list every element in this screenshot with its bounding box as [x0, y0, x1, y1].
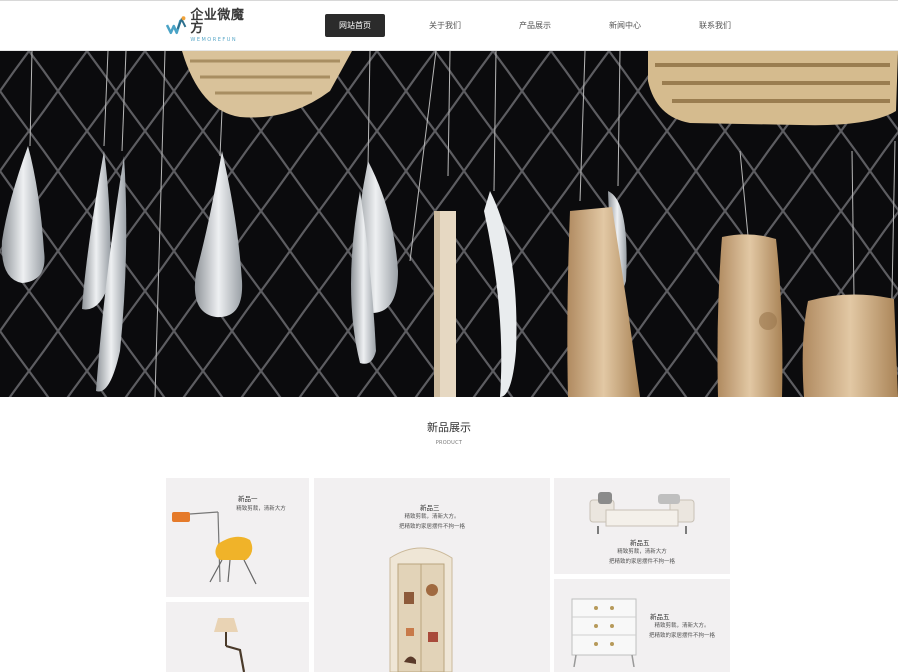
product-name: 新品三 [420, 504, 440, 512]
chair-lamp-image [172, 511, 257, 585]
product-card[interactable]: 新品五 精致剪裁，清新大方。 把精致的家居摆件不拘一格 [554, 579, 730, 672]
product-desc: 把精致的家居摆件不拘一格 [648, 633, 715, 639]
dresser-image [571, 598, 637, 667]
product-desc: 把精致的家居摆件不拘一格 [608, 559, 675, 565]
floor-lamp-image [214, 618, 246, 672]
product-name: 新品一 [238, 495, 258, 503]
product-desc: 把精致的家居摆件不拘一格 [398, 524, 465, 530]
nav-home[interactable]: 网站首页 [325, 14, 385, 37]
hero-banner [0, 51, 898, 397]
section-subtitle: PRODUCT [435, 440, 463, 446]
product-desc: 精致剪裁，清新大方。 [654, 623, 710, 629]
main-nav: 网站首页 关于我们 产品展示 新闻中心 联系我们 [0, 1, 898, 51]
product-card[interactable]: 新品三 精致剪裁，清新大方。 把精致的家居摆件不拘一格 [314, 478, 550, 672]
cabinet-image [389, 547, 453, 672]
nav-about[interactable]: 关于我们 [415, 14, 475, 37]
banner-image [0, 51, 898, 397]
product-card[interactable] [166, 602, 309, 672]
product-card[interactable]: 新品五 精致剪裁，清新大方 把精致的家居摆件不拘一格 [554, 478, 730, 574]
product-name: 新品五 [630, 539, 650, 547]
sofa-image [589, 492, 695, 534]
section-title: 新品展示 [427, 421, 471, 434]
nav-news[interactable]: 新闻中心 [595, 14, 655, 37]
nav-contact[interactable]: 联系我们 [685, 14, 745, 37]
product-desc: 精致剪裁，清新大方。 [404, 514, 460, 520]
product-desc: 精致剪裁，清新大方 [617, 549, 667, 555]
product-name: 新品五 [650, 613, 670, 621]
product-card[interactable]: 新品一 精致剪裁，清新大方 [166, 478, 309, 597]
site-header: 企业微魔方 WEMOREFUN 网站首页 关于我们 产品展示 新闻中心 联系我们 [0, 1, 898, 51]
nav-products[interactable]: 产品展示 [505, 14, 565, 37]
